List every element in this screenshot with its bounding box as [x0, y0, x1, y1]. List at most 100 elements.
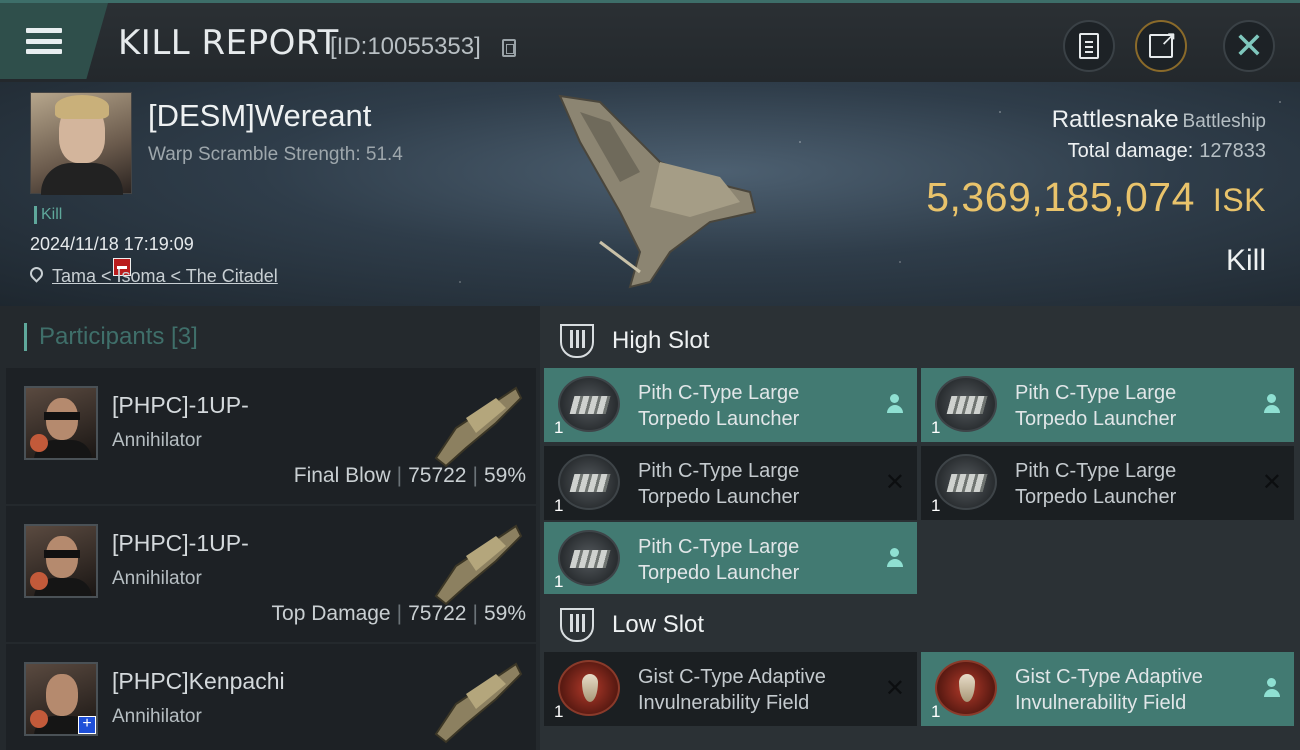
module-item[interactable]: 1 Gist C-Type Adaptive Invulnerability Fi…	[544, 652, 917, 726]
participant-ship-image	[434, 662, 523, 744]
participants-header: Participants [3]	[0, 306, 540, 368]
victim-name[interactable]: [DESM]Wereant	[148, 98, 371, 134]
ship-name: Rattlesnake	[1051, 106, 1179, 133]
low-slot-header: Low Slot	[540, 594, 1300, 656]
high-slot-title: High Slot	[612, 327, 710, 354]
participant-ship-image	[434, 524, 523, 606]
dropped-user-icon	[887, 548, 903, 568]
victim-ship-image	[558, 94, 757, 289]
destroyed-x-icon: ✕	[1261, 469, 1282, 496]
invulnerability-field-icon	[935, 660, 997, 716]
destroyed-x-icon: ✕	[884, 675, 905, 702]
module-quantity: 1	[554, 702, 564, 721]
module-name-line2: Invulnerability Field	[1015, 692, 1187, 714]
participants-title: Participants [3]	[39, 323, 198, 350]
clipboard-icon	[1079, 33, 1099, 59]
result-label: Kill	[1225, 244, 1266, 277]
low-slot-icon	[560, 608, 594, 642]
isk-amount: 5,369,185,074	[926, 174, 1195, 220]
participants-panel: Participants [3] [PHPC]-1UP- Annihilator…	[0, 306, 540, 750]
participant-role: Top Damage	[271, 602, 391, 625]
participant-damage: 75722	[408, 602, 467, 625]
module-name: Pith C-Type Large Torpedo Launcher	[638, 380, 878, 432]
share-icon	[1149, 26, 1177, 58]
low-slot-title: Low Slot	[612, 611, 705, 638]
menu-icon	[26, 28, 62, 54]
module-name-line2: Torpedo Launcher	[638, 408, 800, 430]
module-item[interactable]: 1 Pith C-Type Large Torpedo Launcher	[544, 522, 917, 596]
copy-icon[interactable]	[502, 39, 516, 57]
participant-ship: Annihilator	[112, 568, 202, 589]
module-item[interactable]: 1 Pith C-Type Large Torpedo Launcher ✕	[921, 446, 1294, 520]
participant-percent: 59%	[483, 602, 526, 625]
module-name-line2: Torpedo Launcher	[1015, 408, 1177, 430]
high-slot-icon	[560, 324, 594, 358]
module-name-line1: Pith C-Type Large	[638, 460, 800, 482]
dropped-user-icon	[887, 394, 903, 414]
module-item[interactable]: 1 Pith C-Type Large Torpedo Launcher	[921, 368, 1294, 442]
module-name: Gist C-Type Adaptive Invulnerability Fiel…	[638, 664, 878, 716]
module-quantity: 1	[554, 572, 564, 591]
participant-role: Final Blow	[293, 464, 391, 487]
module-name-line1: Gist C-Type Adaptive	[1015, 666, 1203, 688]
module-name-line1: Pith C-Type Large	[638, 382, 800, 404]
module-name: Pith C-Type Large Torpedo Launcher	[1015, 458, 1255, 510]
close-button[interactable]: ✕	[1223, 20, 1275, 72]
page-title: KILL REPORT	[118, 23, 339, 63]
dropped-user-icon	[1264, 678, 1280, 698]
participant-name: [PHPC]Kenpachi	[112, 668, 285, 694]
module-name-line1: Gist C-Type Adaptive	[638, 666, 826, 688]
close-icon: ✕	[1233, 25, 1265, 66]
destroyed-x-icon: ✕	[884, 469, 905, 496]
module-quantity: 1	[931, 496, 941, 515]
kill-datetime: 2024/11/18 17:19:09	[30, 234, 194, 254]
module-quantity: 1	[931, 702, 941, 721]
victim-portrait[interactable]	[30, 92, 132, 195]
victim-summary: [DESM]Wereant Warp Scramble Strength: 51…	[0, 82, 1300, 306]
module-item[interactable]: 1 Pith C-Type Large Torpedo Launcher	[544, 368, 917, 442]
module-name: Pith C-Type Large Torpedo Launcher	[638, 534, 878, 586]
total-damage-label: Total damage:	[1067, 140, 1194, 162]
module-name-line2: Invulnerability Field	[638, 692, 810, 714]
module-name-line1: Pith C-Type Large	[1015, 460, 1177, 482]
module-name: Pith C-Type Large Torpedo Launcher	[1015, 380, 1255, 432]
participant-stats: Final Blow | 75722 | 59%	[293, 464, 526, 487]
module-quantity: 1	[554, 418, 564, 437]
participant-avatar	[24, 386, 98, 460]
kill-id: [ID:10055353]	[330, 33, 481, 60]
isk-unit: ISK	[1212, 182, 1266, 218]
module-name-line2: Torpedo Launcher	[638, 486, 800, 508]
torpedo-launcher-icon	[935, 454, 997, 510]
torpedo-launcher-icon	[558, 530, 620, 586]
friendly-plus-icon: +	[78, 716, 96, 734]
location-link[interactable]: Tama < Isoma < The Citadel	[52, 266, 278, 287]
clipboard-button[interactable]	[1063, 20, 1115, 72]
participant-ship: Annihilator	[112, 430, 202, 451]
participant-row[interactable]: [PHPC]-1UP- Annihilator Top Damage | 75722…	[6, 506, 536, 642]
share-button[interactable]	[1135, 20, 1187, 72]
victim-ship: Rattlesnake Battleship	[1052, 106, 1266, 134]
torpedo-launcher-icon	[935, 376, 997, 432]
participant-row[interactable]: + [PHPC]Kenpachi Annihilator	[6, 644, 536, 750]
isk-value: 5,369,185,074 ISK	[926, 174, 1266, 221]
module-item[interactable]: 1 Pith C-Type Large Torpedo Launcher ✕	[544, 446, 917, 520]
participant-stats: Top Damage | 75722 | 59%	[271, 602, 526, 625]
participant-row[interactable]: [PHPC]-1UP- Annihilator Final Blow | 75722…	[6, 368, 536, 504]
torpedo-launcher-icon	[558, 454, 620, 510]
invulnerability-field-icon	[558, 660, 620, 716]
module-item[interactable]: 1 Gist C-Type Adaptive Invulnerability Fi…	[921, 652, 1294, 726]
dropped-user-icon	[1264, 394, 1280, 414]
participant-damage: 75722	[408, 464, 467, 487]
module-quantity: 1	[931, 418, 941, 437]
participant-ship-image	[434, 386, 523, 468]
module-quantity: 1	[554, 496, 564, 515]
total-damage-value: 127833	[1199, 140, 1266, 162]
module-name-line1: Pith C-Type Large	[1015, 382, 1177, 404]
participant-name: [PHPC]-1UP-	[112, 530, 249, 556]
participant-ship: Annihilator	[112, 706, 202, 727]
fitting-panel: High Slot 1 Pith C-Type Large Torpedo Lau…	[540, 306, 1300, 750]
module-name-line2: Torpedo Launcher	[1015, 486, 1177, 508]
kill-tag: Kill	[34, 206, 62, 224]
menu-button[interactable]	[0, 3, 108, 79]
header-bar: KILL REPORT [ID:10055353] ✕	[0, 0, 1300, 82]
